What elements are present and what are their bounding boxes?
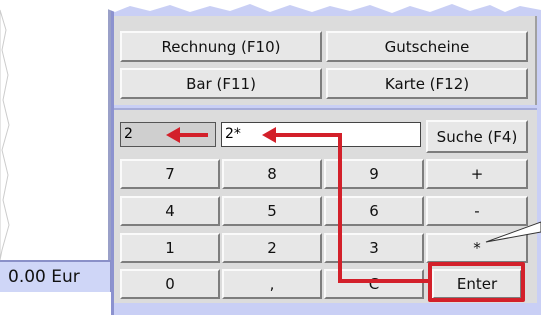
callout-pointer [485,221,541,243]
torn-edge-left [0,9,10,261]
enter-to-search-arrow-head [262,127,276,143]
quantity-arrow-head [166,127,180,143]
enter-to-search-arrow [272,133,428,283]
annotation-overlay [0,0,541,283]
torn-edge-top [0,0,541,13]
